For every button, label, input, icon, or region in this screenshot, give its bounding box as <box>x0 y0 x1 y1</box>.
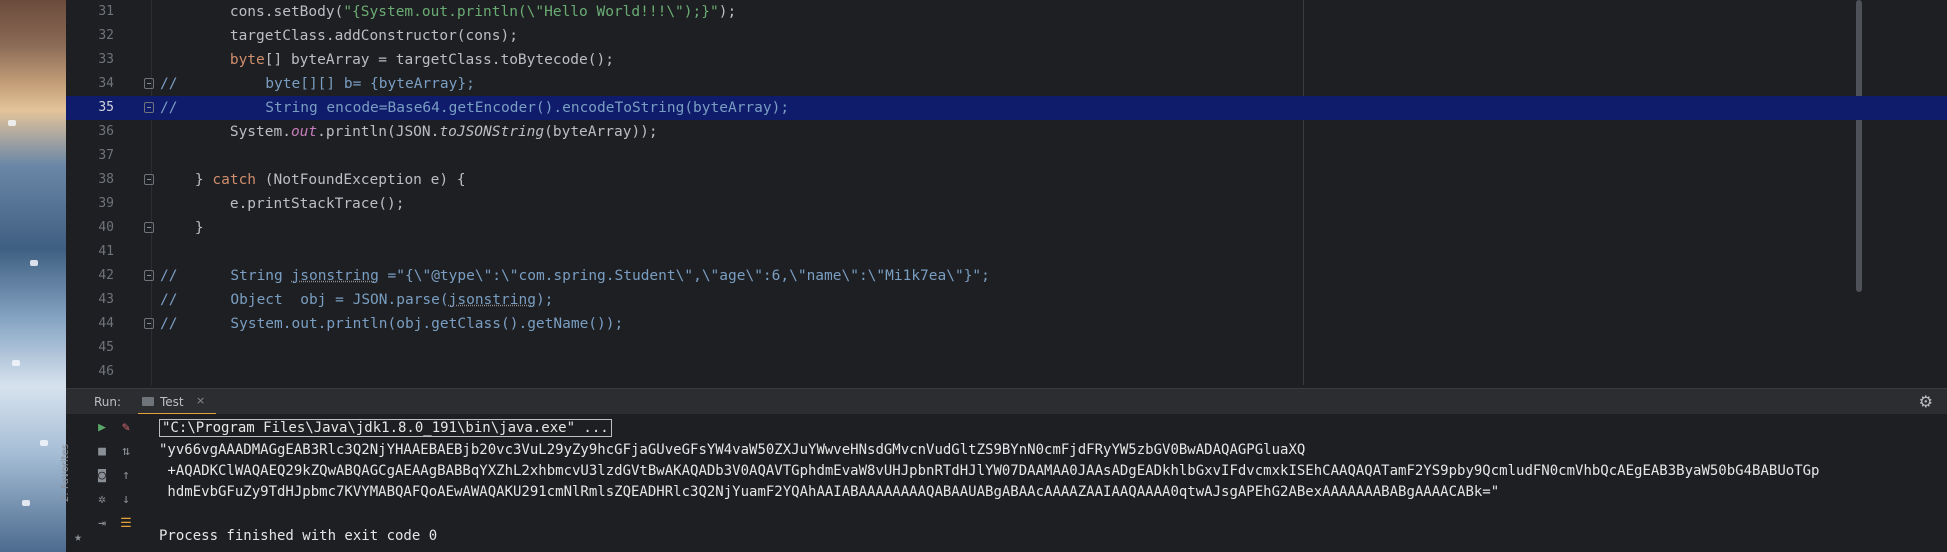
line-number: 35 <box>98 100 114 115</box>
console-output-line: "yv66vgAAADMAGgEAB3Rlc3Q2NjYHAAEBAEBjb20… <box>159 442 1306 458</box>
line-number: 37 <box>98 148 114 163</box>
comment-marker: // <box>160 316 178 332</box>
camera-icon[interactable]: ◙ <box>94 468 110 484</box>
exit-message: Process finished with exit code 0 <box>159 528 438 544</box>
code-line[interactable]: 36 System.out.println(JSON.toJSONString(… <box>66 120 1947 144</box>
console-toolbar: 2: Favorites ▶ ✎ ■ ⇅ ◙ ↑ ✲ ↓ ⇥ ☰ ★ <box>60 414 136 552</box>
line-number: 42 <box>98 268 114 283</box>
code-text: } catch (NotFoundException e) { <box>160 172 466 188</box>
code-text: e.printStackTrace(); <box>160 196 405 212</box>
code-editor[interactable]: 31 cons.setBody("{System.out.println(\"H… <box>66 0 1947 385</box>
comment-marker: // <box>160 76 178 92</box>
line-number: 31 <box>98 4 114 19</box>
code-line[interactable]: 32 targetClass.addConstructor(cons); <box>66 24 1947 48</box>
code-line[interactable]: 34 // byte[][] b= {byteArray}; <box>66 72 1947 96</box>
code-line[interactable]: 39 e.printStackTrace(); <box>66 192 1947 216</box>
soft-wrap-icon[interactable]: ☰ <box>118 516 134 532</box>
code-text: byte[][] b= {byteArray}; <box>178 76 475 92</box>
fold-icon[interactable] <box>144 270 154 281</box>
run-label: Run: <box>94 395 122 409</box>
code-line[interactable]: 35 // String encode=Base64.getEncoder().e… <box>66 96 1947 120</box>
code-text: byte[] byteArray = targetClass.toBytecod… <box>229 52 614 68</box>
settings-icon[interactable]: ✲ <box>94 492 110 508</box>
console-output-line: hdmEvbGFuZy9TdHJpbmc7KVYMABQAFQoAEwAWAQA… <box>159 484 1500 500</box>
fold-icon[interactable] <box>144 102 154 113</box>
console-command-line: "C:\Program Files\Java\jdk1.8.0_191\bin\… <box>159 418 612 439</box>
console-output-line: +AQADKClWAQAEQ29kZQwABQAGCgAEAAgBABBqYXZ… <box>159 463 1820 479</box>
fold-icon[interactable] <box>144 222 154 233</box>
edit-config-icon[interactable]: ✎ <box>118 420 134 436</box>
comment-marker: // <box>160 268 178 284</box>
favorites-side-tab[interactable]: 2: Favorites <box>60 444 76 502</box>
line-number: 45 <box>98 340 114 355</box>
gear-icon[interactable]: ⚙ <box>1919 392 1933 411</box>
code-text: targetClass.addConstructor(cons); <box>160 28 518 44</box>
fold-icon[interactable] <box>144 174 154 185</box>
code-line[interactable]: 37 <box>66 144 1947 168</box>
code-text: } <box>160 220 204 236</box>
close-icon[interactable]: × <box>196 394 205 407</box>
code-line[interactable]: 31 cons.setBody("{System.out.println(\"H… <box>66 0 1947 24</box>
fold-icon[interactable] <box>144 78 154 89</box>
comment-marker: // <box>160 100 178 116</box>
line-number: 39 <box>98 196 114 211</box>
code-line[interactable]: 46 <box>66 360 1947 384</box>
fold-icon[interactable] <box>144 318 154 329</box>
stop-icon[interactable]: ■ <box>94 444 110 460</box>
line-number: 38 <box>98 172 114 187</box>
sort-icon[interactable]: ⇅ <box>118 444 134 460</box>
line-number: 44 <box>98 316 114 331</box>
star-icon[interactable]: ★ <box>70 530 86 546</box>
code-line[interactable]: 40 } <box>66 216 1947 240</box>
code-text: cons.setBody("{System.out.println(\"Hell… <box>160 4 737 20</box>
comment-marker: // <box>160 292 178 308</box>
down-arrow-icon[interactable]: ↓ <box>118 492 134 508</box>
code-line[interactable]: 42 // String jsonstring ="{\"@type\":\"co… <box>66 264 1947 288</box>
line-number: 43 <box>98 292 114 307</box>
tab-test[interactable]: Test × <box>138 389 216 415</box>
line-number: 41 <box>98 244 114 259</box>
code-text: String jsonstring ="{\"@type\":\"com.spr… <box>178 268 990 284</box>
command-text[interactable]: "C:\Program Files\Java\jdk1.8.0_191\bin\… <box>159 419 612 437</box>
code-text: System.out.println(obj.getClass().getNam… <box>178 316 624 332</box>
ide-window: 31 cons.setBody("{System.out.println(\"H… <box>60 0 1947 552</box>
line-number: 46 <box>98 364 114 379</box>
code-line[interactable]: 45 <box>66 336 1947 360</box>
tab-test-label: Test <box>160 395 184 409</box>
code-line[interactable]: 44 // System.out.println(obj.getClass().g… <box>66 312 1947 336</box>
line-number: 32 <box>98 28 114 43</box>
code-line[interactable]: 33 byte[] byteArray = targetClass.toByte… <box>66 48 1947 72</box>
line-number: 40 <box>98 220 114 235</box>
code-line[interactable]: 43 // Object obj = JSON.parse(jsonstring)… <box>66 288 1947 312</box>
login-icon[interactable]: ⇥ <box>94 516 110 532</box>
code-line[interactable]: 38 } catch (NotFoundException e) { <box>66 168 1947 192</box>
up-arrow-icon[interactable]: ↑ <box>118 468 134 484</box>
line-number: 34 <box>98 76 114 91</box>
run-config-icon <box>142 397 154 406</box>
code-line[interactable]: 41 <box>66 240 1947 264</box>
code-text: Object obj = JSON.parse(jsonstring); <box>178 292 554 308</box>
code-text: String encode=Base64.getEncoder().encode… <box>178 100 790 116</box>
desktop-background <box>0 0 66 552</box>
line-number: 36 <box>98 124 114 139</box>
line-number: 33 <box>98 52 114 67</box>
rerun-icon[interactable]: ▶ <box>94 420 110 436</box>
run-tool-window-header: Run: Test × ⚙ <box>66 388 1947 415</box>
code-text: System.out.println(JSON.toJSONString(byt… <box>160 124 658 140</box>
console-panel: 2: Favorites ▶ ✎ ■ ⇅ ◙ ↑ ✲ ↓ ⇥ ☰ ★ "C:\P… <box>60 414 1947 552</box>
